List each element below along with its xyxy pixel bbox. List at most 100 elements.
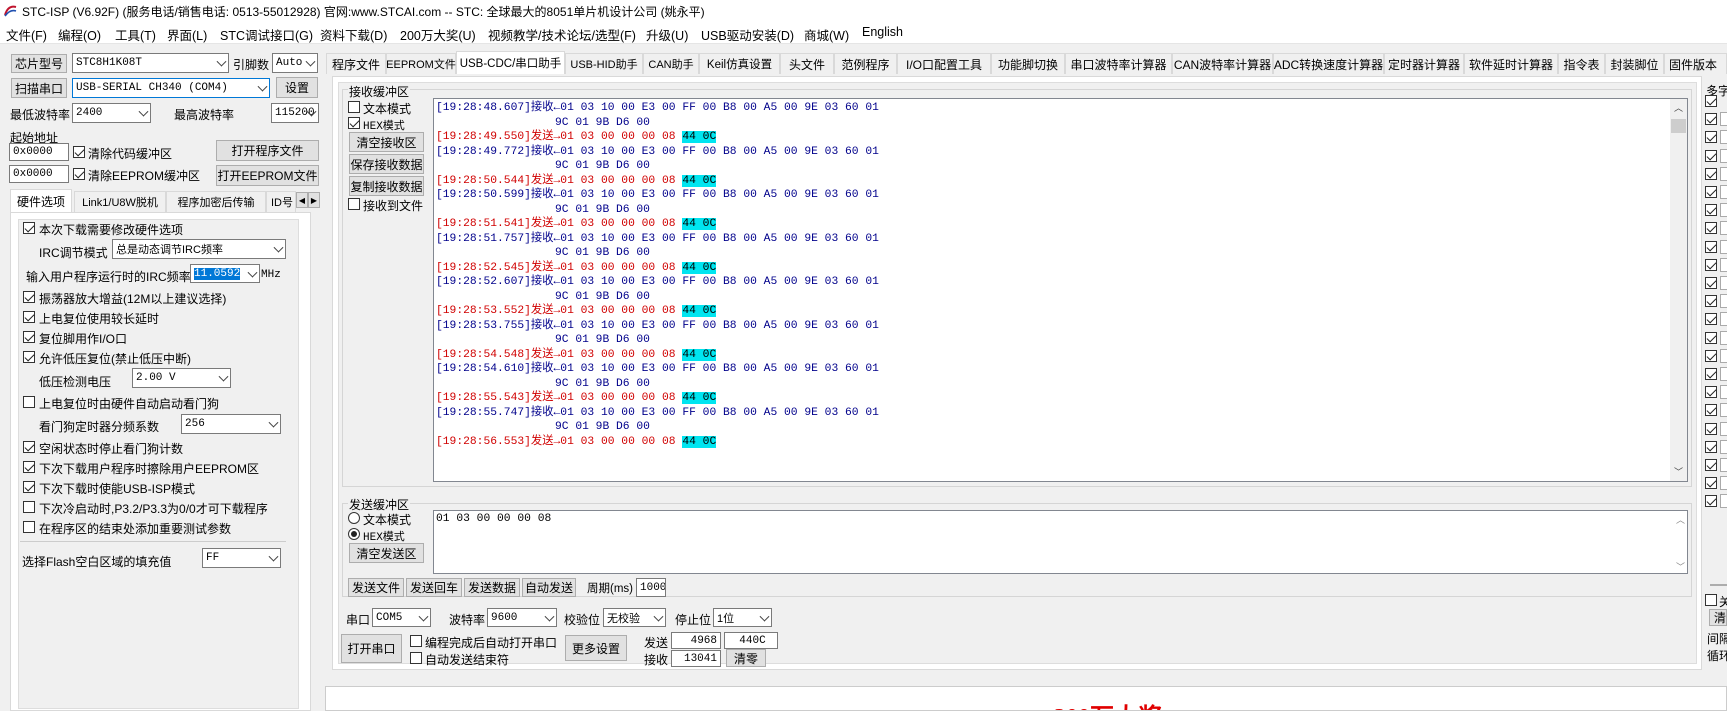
multi-string-checkbox[interactable]: [1705, 277, 1717, 289]
irc-mode-select[interactable]: 总是动态调节IRC频率: [112, 239, 286, 259]
send-file-button[interactable]: 发送文件: [348, 578, 404, 597]
tab-uart-baud-calc[interactable]: 串口波特率计算器: [1065, 53, 1172, 74]
multi-string-input[interactable]: [1720, 294, 1727, 309]
tab-header-file[interactable]: 头文件: [780, 53, 834, 74]
send-scroll-down-icon[interactable]: ﹀: [1676, 560, 1685, 573]
multi-string-input[interactable]: [1720, 403, 1727, 418]
clear-code-checkbox[interactable]: [73, 146, 85, 158]
tab-scroll-right-icon[interactable]: ▶: [308, 192, 320, 208]
max-baud-select[interactable]: 115200: [271, 103, 319, 123]
chip-model-select[interactable]: STC8H1K08T: [72, 53, 229, 73]
settings-button[interactable]: 设置: [276, 77, 318, 98]
tab-encrypt[interactable]: 程序加密后传输: [166, 191, 266, 212]
multi-string-input[interactable]: [1720, 367, 1727, 381]
multi-string-input[interactable]: [1720, 385, 1727, 400]
port-select[interactable]: COM5: [372, 608, 431, 627]
erase-eeprom-checkbox[interactable]: [23, 461, 35, 473]
multi-string-checkbox[interactable]: [1705, 386, 1717, 399]
tab-usb-hid[interactable]: USB-HID助手: [565, 53, 643, 74]
multi-string-input[interactable]: [1720, 185, 1727, 199]
multi-string-input[interactable]: [1720, 421, 1727, 436]
right-clear-button[interactable]: 清: [1709, 609, 1727, 626]
idle-stop-watchdog-checkbox[interactable]: [23, 441, 35, 453]
clear-send-button[interactable]: 清空发送区: [349, 543, 424, 563]
tab-firmware-version[interactable]: 固件版本: [1664, 53, 1727, 74]
cold-boot-p32-checkbox[interactable]: [23, 501, 35, 513]
scroll-thumb[interactable]: [1671, 119, 1686, 133]
multi-string-checkbox[interactable]: [1705, 404, 1717, 417]
multi-string-input[interactable]: [1720, 276, 1727, 290]
auto-send-terminator-checkbox[interactable]: [410, 652, 422, 664]
receive-scrollbar[interactable]: ︿ ﹀: [1670, 99, 1687, 481]
menu-file[interactable]: 文件(F): [6, 25, 47, 44]
menu-download[interactable]: 资料下载(D): [320, 25, 387, 44]
tab-io-config[interactable]: I/O口配置工具: [897, 53, 991, 74]
multi-string-checkbox[interactable]: [1705, 477, 1717, 490]
scroll-down-icon[interactable]: ﹀: [1674, 465, 1683, 478]
menu-tools[interactable]: 工具(T): [115, 25, 156, 44]
tab-adc-calc[interactable]: ADC转换速度计算器: [1273, 53, 1384, 74]
menu-english[interactable]: English: [862, 25, 903, 39]
tab-instruction-table[interactable]: 指令表: [1558, 53, 1605, 74]
multi-string-input[interactable]: [1720, 239, 1727, 254]
multi-string-checkbox[interactable]: [1705, 258, 1717, 271]
menu-shop[interactable]: 商城(W): [804, 25, 849, 44]
tab-keil-sim[interactable]: Keil仿真设置: [699, 53, 780, 74]
period-input[interactable]: 1000: [636, 578, 666, 597]
multi-string-checkbox[interactable]: [1705, 440, 1717, 453]
multi-string-input[interactable]: [1720, 166, 1727, 181]
recv-hex-mode-checkbox[interactable]: [348, 117, 360, 129]
modify-hw-options-checkbox[interactable]: [23, 222, 35, 234]
right-close-checkbox[interactable]: [1705, 594, 1717, 606]
start-address-input-1[interactable]: 0x0000: [9, 143, 69, 161]
menu-video[interactable]: 视频教学/技术论坛/选型(F): [488, 25, 636, 44]
scan-port-button[interactable]: 扫描串口: [11, 78, 67, 98]
baud-select[interactable]: 9600: [487, 608, 557, 627]
send-input[interactable]: 01 03 00 00 00 08: [433, 510, 1688, 574]
min-baud-select[interactable]: 2400: [72, 103, 151, 123]
menu-debug[interactable]: STC调试接口(G): [220, 25, 313, 44]
reset-pin-io-checkbox[interactable]: [23, 331, 35, 343]
tab-can-baud-calc[interactable]: CAN波特率计算器: [1172, 53, 1273, 74]
osc-gain-checkbox[interactable]: [23, 291, 35, 303]
multi-string-checkbox[interactable]: [1705, 295, 1717, 308]
long-reset-delay-checkbox[interactable]: [23, 311, 35, 323]
reset-counters-button[interactable]: 清零: [726, 649, 766, 667]
multi-string-checkbox[interactable]: [1705, 186, 1717, 198]
multi-string-checkbox[interactable]: [1705, 331, 1717, 344]
multi-string-checkbox[interactable]: [1705, 313, 1717, 326]
open-eeprom-file-button[interactable]: 打开EEPROM文件: [216, 165, 319, 186]
auto-open-port-checkbox[interactable]: [410, 635, 422, 647]
recv-text-mode-checkbox[interactable]: [348, 101, 360, 113]
send-scroll-up-icon[interactable]: ︿: [1676, 513, 1685, 526]
tab-examples[interactable]: 范例程序: [834, 53, 897, 74]
clear-eeprom-checkbox[interactable]: [73, 168, 85, 180]
auto-send-button[interactable]: 自动发送: [522, 578, 576, 597]
open-serial-button[interactable]: 打开串口: [341, 634, 402, 663]
tab-timer-calc[interactable]: 定时器计算器: [1384, 53, 1464, 74]
send-hex-mode-radio[interactable]: [348, 528, 360, 540]
multi-string-checkbox[interactable]: [1705, 167, 1717, 180]
menu-program[interactable]: 编程(O): [58, 25, 101, 44]
tab-hardware-options[interactable]: 硬件选项: [10, 189, 72, 212]
multi-string-input[interactable]: [1720, 476, 1727, 491]
send-text-mode-radio[interactable]: [348, 512, 360, 524]
multi-string-input[interactable]: [1720, 312, 1727, 327]
flash-fill-select[interactable]: FF: [202, 548, 281, 568]
low-voltage-reset-checkbox[interactable]: [23, 351, 35, 363]
com-port-select[interactable]: USB-SERIAL CH340 (COM4): [72, 78, 270, 98]
tab-id[interactable]: ID号: [266, 191, 296, 212]
tab-package-pins[interactable]: 封装脚位: [1605, 53, 1664, 74]
watchdog-auto-start-checkbox[interactable]: [23, 396, 35, 408]
multi-string-input[interactable]: [1720, 330, 1727, 345]
start-address-input-2[interactable]: 0x0000: [9, 165, 69, 183]
multi-string-checkbox[interactable]: [1705, 222, 1717, 235]
multi-string-input[interactable]: [1720, 203, 1727, 218]
clear-receive-button[interactable]: 清空接收区: [349, 132, 424, 152]
low-voltage-select[interactable]: 2.00 V: [132, 368, 231, 388]
send-data-button[interactable]: 发送数据: [464, 578, 520, 597]
tab-link1[interactable]: Link1/U8W脱机: [74, 191, 166, 212]
tab-can-helper[interactable]: CAN助手: [643, 53, 699, 74]
tab-pin-switch[interactable]: 功能脚切换: [991, 53, 1065, 74]
watchdog-prescaler-select[interactable]: 256: [181, 414, 281, 434]
